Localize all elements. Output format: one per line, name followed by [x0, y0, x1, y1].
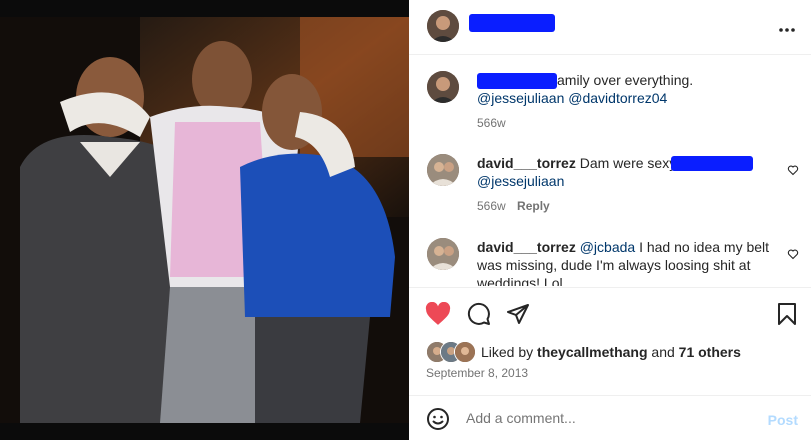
avatar-image	[427, 71, 459, 103]
commenter-avatar[interactable]	[427, 154, 459, 186]
avatar-image	[427, 238, 459, 270]
more-icon	[779, 28, 795, 32]
post-header	[409, 0, 811, 55]
caption-avatar[interactable]	[427, 71, 459, 103]
liked-by-label: Liked by	[481, 344, 534, 360]
caption-mention[interactable]: @jessejuliaan	[477, 90, 564, 106]
liker-avatar	[454, 341, 476, 363]
heart-icon[interactable]	[425, 302, 451, 326]
avatar-image	[427, 154, 459, 186]
caption-meta: 566w	[477, 116, 506, 130]
post-photo[interactable]	[0, 0, 409, 440]
redacted-username	[469, 14, 555, 32]
group-photo-illustration	[0, 17, 409, 423]
add-comment-bar: Post	[409, 395, 811, 441]
comment-meta: 566w Reply	[477, 199, 550, 213]
caption-text: amily over everything. @jessejuliaan @da…	[477, 71, 777, 107]
likes-text: Liked by theycallmethang and 71 others	[481, 344, 741, 360]
more-options-button[interactable]	[779, 16, 795, 37]
commenter-avatar[interactable]	[427, 238, 459, 270]
likes-summary: Liked by theycallmethang and 71 others	[409, 339, 811, 365]
comment-timestamp[interactable]: 566w	[477, 199, 506, 213]
comment-mention[interactable]: @jessejuliaan	[477, 173, 564, 189]
comment-username[interactable]: david___torrez	[477, 155, 576, 171]
comment-body: Dam were sexy.	[579, 155, 680, 171]
post-button[interactable]: Post	[768, 412, 798, 428]
post-image	[0, 17, 409, 423]
post-date[interactable]: September 8, 2013	[426, 366, 528, 380]
emoji-icon[interactable]	[426, 407, 450, 431]
post-details-panel: amily over everything. @jessejuliaan @da…	[409, 0, 811, 440]
comment-username[interactable]: david___torrez	[477, 239, 576, 255]
likes-joiner: and	[651, 344, 675, 360]
redacted-mention	[671, 156, 753, 171]
share-icon[interactable]	[506, 302, 530, 326]
reply-button[interactable]: Reply	[517, 199, 550, 213]
author-avatar[interactable]	[427, 10, 459, 42]
save-icon[interactable]	[777, 302, 797, 326]
action-bar	[409, 287, 811, 340]
comment-like-icon[interactable]	[787, 164, 799, 176]
likes-others-link[interactable]: 71 others	[679, 344, 741, 360]
comment-icon[interactable]	[467, 302, 491, 326]
avatar-image	[455, 342, 475, 362]
liker-username[interactable]: theycallmethang	[537, 344, 647, 360]
avatar-image	[427, 10, 459, 42]
comment-mention[interactable]: @jcbada	[580, 239, 635, 255]
comment-like-icon[interactable]	[787, 248, 799, 260]
caption-mention[interactable]: @davidtorrez04	[568, 90, 667, 106]
caption-body: amily over everything.	[557, 72, 694, 88]
comment-text: david___torrez @jcbada I had no idea my …	[477, 238, 777, 286]
liker-avatars[interactable]	[426, 341, 478, 363]
comment-input[interactable]	[466, 410, 746, 426]
caption-timestamp[interactable]: 566w	[477, 116, 506, 130]
comments-list[interactable]: amily over everything. @jessejuliaan @da…	[409, 55, 811, 286]
